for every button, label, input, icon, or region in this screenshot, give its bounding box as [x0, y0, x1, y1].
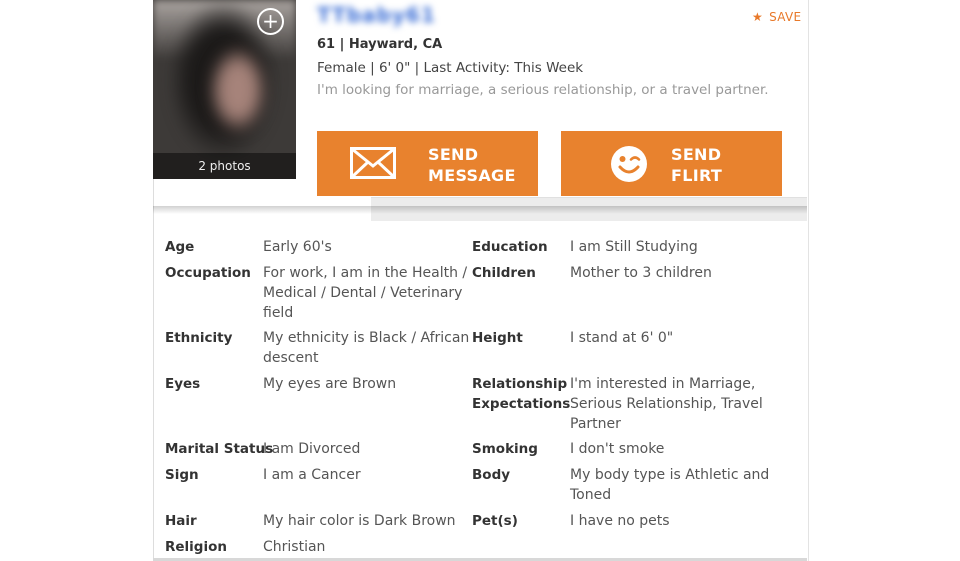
detail-value-religion: Christian — [263, 539, 326, 555]
add-photo-icon[interactable]: + — [257, 8, 284, 35]
detail-value-hair: My hair color is Dark Brown — [263, 513, 456, 529]
send-flirt-button[interactable]: SEND FLIRT — [561, 131, 782, 196]
send-message-label: SEND MESSAGE — [428, 144, 516, 186]
detail-label-height: Height — [472, 330, 523, 346]
save-label: SAVE — [769, 10, 802, 24]
detail-value-sign: I am a Cancer — [263, 467, 361, 483]
profile-seeking: I'm looking for marriage, a serious rela… — [317, 82, 769, 98]
section-divider — [153, 206, 807, 214]
detail-value-ethnicity: My ethnicity is Black / African descent — [263, 328, 469, 368]
detail-value-education: I am Still Studying — [570, 239, 698, 255]
wink-smiley-icon — [611, 146, 647, 182]
profile-username[interactable]: TTbaby61 — [317, 3, 436, 27]
detail-value-smoking: I don't smoke — [570, 441, 665, 457]
send-flirt-label-line: FLIRT — [671, 166, 723, 185]
profile-summary: Female | 6' 0" | Last Activity: This Wee… — [317, 60, 584, 76]
detail-label-age: Age — [165, 239, 195, 255]
detail-label-occupation: Occupation — [165, 265, 251, 281]
detail-label-eyes: Eyes — [165, 376, 201, 392]
detail-label-relationship-expectations: Relationship Expectations — [472, 374, 570, 414]
detail-value-age: Early 60's — [263, 239, 332, 255]
age-location: 61 | Hayward, CA — [317, 37, 443, 52]
photo-blur-layer — [203, 45, 273, 140]
detail-value-line: Toned — [570, 487, 612, 503]
star-icon: ★ — [752, 10, 764, 24]
detail-value-marital-status: I am Divorced — [263, 441, 361, 457]
send-message-label-line: SEND — [428, 145, 479, 164]
detail-label-ethnicity: Ethnicity — [165, 330, 233, 346]
detail-value-line: Partner — [570, 416, 621, 432]
detail-label-pets: Pet(s) — [472, 513, 518, 529]
detail-label-education: Education — [472, 239, 548, 255]
detail-value-line: field — [263, 305, 294, 321]
detail-label-marital-status: Marital Status — [165, 441, 274, 457]
detail-value-eyes: My eyes are Brown — [263, 376, 397, 392]
detail-label-line: Expectations — [472, 396, 571, 412]
detail-label-religion: Religion — [165, 539, 227, 555]
detail-value-line: I'm interested in Marriage, — [570, 376, 756, 392]
send-flirt-label: SEND FLIRT — [671, 144, 722, 186]
detail-value-line: My body type is Athletic and — [570, 467, 770, 483]
detail-value-body: My body type is Athletic and Toned — [570, 465, 769, 505]
detail-label-sign: Sign — [165, 467, 199, 483]
detail-label-hair: Hair — [165, 513, 197, 529]
detail-label-line: Relationship — [472, 376, 568, 392]
detail-value-line: Medical / Dental / Veterinary — [263, 285, 463, 301]
detail-value-line: descent — [263, 350, 319, 366]
detail-label-body: Body — [472, 467, 511, 483]
detail-value-line: My ethnicity is Black / African — [263, 330, 470, 346]
send-message-label-line: MESSAGE — [428, 166, 516, 185]
profile-photo[interactable]: + 2 photos — [153, 0, 296, 179]
detail-value-line: For work, I am in the Health / — [263, 265, 468, 281]
detail-value-occupation: For work, I am in the Health / Medical /… — [263, 263, 467, 323]
send-message-button[interactable]: SEND MESSAGE — [317, 131, 538, 196]
detail-label-smoking: Smoking — [472, 441, 538, 457]
save-button[interactable]: ★ SAVE — [752, 10, 801, 24]
detail-label-children: Children — [472, 265, 536, 281]
detail-value-pets: I have no pets — [570, 513, 670, 529]
envelope-icon — [350, 147, 396, 179]
detail-value-height: I stand at 6' 0" — [570, 330, 674, 346]
photo-count[interactable]: 2 photos — [153, 159, 296, 173]
detail-value-line: Serious Relationship, Travel — [570, 396, 763, 412]
detail-value-children: Mother to 3 children — [570, 265, 712, 281]
send-flirt-label-line: SEND — [671, 145, 722, 164]
detail-value-relationship-expectations: I'm interested in Marriage, Serious Rela… — [570, 374, 763, 434]
